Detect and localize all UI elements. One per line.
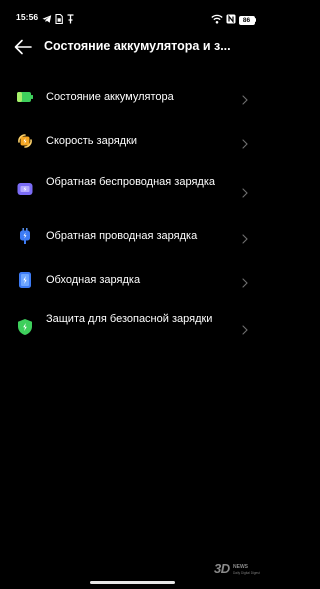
sim-card-icon [55, 11, 63, 29]
settings-item-label: Защита для безопасной зарядки [46, 313, 213, 325]
chevron-right-icon [241, 92, 249, 105]
chevron-right-icon [241, 322, 249, 335]
watermark-3d: 3D [214, 561, 230, 576]
battery-icon: 86 [238, 15, 256, 25]
settings-item-label: Обратная беспроводная зарядка [46, 176, 216, 188]
watermark-news: NEWS [233, 564, 248, 570]
page-title: Состояние аккумулятора и з... [44, 39, 231, 53]
battery-level: 86 [238, 15, 255, 25]
battery-health-icon [16, 88, 34, 106]
settings-item-safe-charging-protection[interactable]: Защита для безопасной зарядки [0, 307, 265, 347]
header: Состояние аккумулятора и з... [0, 34, 265, 60]
chevron-right-icon [241, 136, 249, 149]
nfc-icon [226, 11, 236, 29]
charging-speed-icon [16, 132, 34, 150]
bypass-charging-icon [16, 271, 34, 289]
reverse-wired-charging-icon [16, 227, 34, 245]
safe-charging-shield-icon [16, 318, 34, 336]
settings-item-battery-health[interactable]: Состояние аккумулятора [0, 82, 265, 112]
home-indicator[interactable] [90, 581, 175, 584]
chevron-right-icon [241, 275, 249, 288]
battery-tip [254, 18, 256, 22]
status-bar: 15:56 86 [0, 0, 265, 34]
status-time: 15:56 [16, 12, 39, 22]
settings-item-bypass-charging[interactable]: Обходная зарядка [0, 265, 265, 295]
telegram-icon [42, 11, 52, 29]
status-left-icons [42, 11, 75, 29]
chevron-right-icon [241, 185, 249, 198]
watermark-tagline: Daily Digital Digest [233, 571, 260, 575]
settings-item-charging-speed[interactable]: Скорость зарядки [0, 126, 265, 156]
wifi-icon [210, 11, 223, 29]
status-right-icons: 86 [210, 11, 256, 29]
settings-item-label: Обходная зарядка [46, 274, 141, 286]
settings-item-reverse-wireless-charging[interactable]: Обратная беспроводная зарядка [0, 170, 265, 210]
back-arrow-icon[interactable] [13, 37, 33, 57]
settings-item-label: Состояние аккумулятора [46, 91, 174, 103]
settings-item-label: Скорость зарядки [46, 135, 138, 147]
watermark-logo: 3D NEWS Daily Digital Digest [214, 561, 260, 579]
pin-icon [66, 11, 75, 29]
settings-item-label: Обратная проводная зарядка [46, 230, 198, 242]
reverse-wireless-charging-icon [16, 180, 34, 198]
chevron-right-icon [241, 231, 249, 244]
settings-item-reverse-wired-charging[interactable]: Обратная проводная зарядка [0, 221, 265, 251]
